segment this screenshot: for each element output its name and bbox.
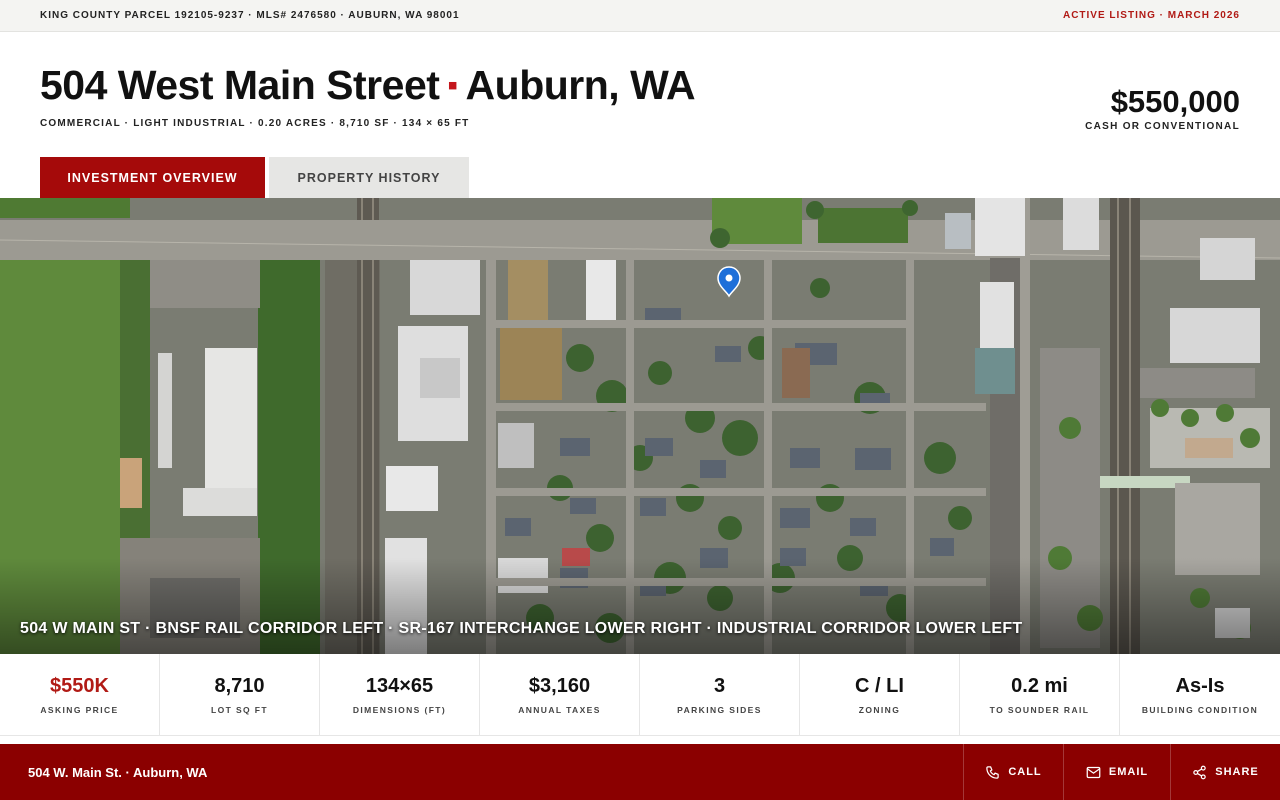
share-button[interactable]: SHARE: [1170, 744, 1280, 800]
share-label: SHARE: [1215, 766, 1259, 778]
city-name: Auburn, WA: [465, 62, 696, 108]
page-title: 504 West Main Street ▪ Auburn, WA: [40, 62, 696, 109]
stat-annual-taxes: $3,160 ANNUAL TAXES: [480, 654, 640, 736]
listing-status: ACTIVE LISTING · MARCH 2026: [1062, 10, 1240, 21]
aerial-caption: 504 W MAIN ST · BNSF RAIL CORRIDOR LEFT …: [20, 620, 1023, 637]
stat-building-condition: As-Is BUILDING CONDITION: [1120, 654, 1280, 736]
stat-label: BUILDING CONDITION: [1141, 705, 1259, 715]
stat-label: LOT SQ FT: [211, 705, 268, 715]
stat-value: 0.2 mi: [1011, 675, 1068, 697]
parcel-info: KING COUNTY PARCEL 192105-9237 · MLS# 24…: [40, 10, 460, 21]
listing-price: $550,000: [1110, 84, 1240, 119]
stat-value: $3,160: [528, 675, 591, 697]
aerial-photo[interactable]: 504 W MAIN ST · BNSF RAIL CORRIDOR LEFT …: [0, 198, 1280, 654]
email-button[interactable]: EMAIL: [1063, 744, 1170, 800]
call-label: CALL: [1008, 766, 1042, 778]
stat-value: 134×65: [365, 675, 434, 697]
stat-value: 3: [713, 675, 726, 697]
bottombar-address: 504 W. Main St. · Auburn, WA: [28, 765, 208, 780]
property-subtitle: COMMERCIAL · LIGHT INDUSTRIAL · 0.20 ACR…: [40, 118, 470, 129]
stat-label: ANNUAL TAXES: [518, 705, 601, 715]
stat-label: TO SOUNDER RAIL: [989, 705, 1090, 715]
stat-to-sounder-rail: 0.2 mi TO SOUNDER RAIL: [960, 654, 1120, 736]
stat-value: $550K: [50, 675, 109, 697]
aerial-map-illustration: [0, 198, 1280, 654]
share-icon: [1193, 765, 1206, 779]
tab-property-history[interactable]: PROPERTY HISTORY: [269, 157, 469, 198]
title-separator: ▪: [447, 69, 458, 102]
stat-asking-price: $550K ASKING PRICE: [0, 654, 160, 736]
stat-label: PARKING SIDES: [677, 705, 762, 715]
stats-row: $550K ASKING PRICE 8,710 LOT SQ FT 134×6…: [0, 654, 1280, 736]
stat-value: C / LI: [855, 675, 904, 697]
stat-value: As-Is: [1175, 675, 1225, 697]
street-name: 504 West Main Street: [40, 62, 440, 108]
stat-label: ASKING PRICE: [40, 705, 119, 715]
stat-value: 8,710: [214, 675, 265, 697]
mail-icon: [1086, 766, 1101, 778]
stat-parking-sides: 3 PARKING SIDES: [640, 654, 800, 736]
price-note: CASH OR CONVENTIONAL: [1085, 121, 1240, 132]
stat-dimensions: 134×65 DIMENSIONS (FT): [320, 654, 480, 736]
stat-label: ZONING: [858, 705, 901, 715]
tab-investment-overview[interactable]: INVESTMENT OVERVIEW: [40, 157, 265, 198]
phone-icon: [986, 765, 1000, 779]
bottom-contact-bar: 504 W. Main St. · Auburn, WA CALL EMAIL …: [0, 744, 1280, 800]
email-label: EMAIL: [1108, 766, 1149, 778]
top-info-strip: KING COUNTY PARCEL 192105-9237 · MLS# 24…: [0, 0, 1280, 32]
stat-label: DIMENSIONS (FT): [352, 705, 447, 715]
call-button[interactable]: CALL: [963, 744, 1063, 800]
stat-zoning: C / LI ZONING: [800, 654, 960, 736]
stat-lot-sq-ft: 8,710 LOT SQ FT: [160, 654, 320, 736]
